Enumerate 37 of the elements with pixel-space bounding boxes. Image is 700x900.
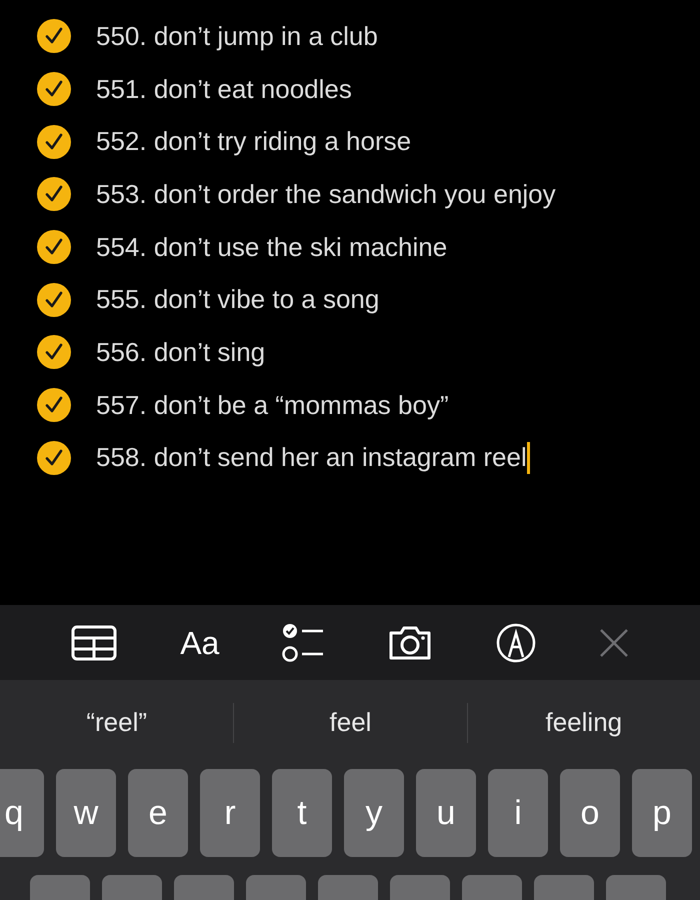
keyboard-key[interactable]: o — [560, 769, 620, 857]
keyboard-key[interactable]: r — [200, 769, 260, 857]
checkbox-icon[interactable] — [36, 71, 72, 108]
camera-icon[interactable] — [386, 624, 433, 660]
keyboard-key[interactable]: y — [344, 769, 404, 857]
pen-icon[interactable] — [496, 622, 536, 662]
checklist-item-text: 550. don’t jump in a club — [96, 20, 378, 53]
checkbox-icon[interactable] — [36, 440, 72, 476]
table-icon[interactable] — [71, 624, 118, 660]
suggestion[interactable]: “reel” — [86, 703, 147, 742]
keyboard-key[interactable]: e — [128, 769, 188, 857]
checklist-icon[interactable] — [282, 622, 324, 662]
keyboard-key[interactable]: i — [488, 769, 548, 857]
checkbox-icon[interactable] — [36, 229, 72, 266]
checkbox-icon[interactable] — [36, 334, 72, 370]
suggestion[interactable]: feel — [330, 703, 372, 742]
keyboard-key[interactable]: t — [272, 769, 332, 857]
close-icon[interactable] — [598, 628, 629, 658]
checklist-item-text: 553. don’t order the sandwich you enjoy — [96, 178, 556, 211]
checklist-item-text: 558. don’t send her an instagram reel — [96, 441, 527, 474]
checklist-item-text: 554. don’t use the ski machine — [96, 230, 448, 264]
checkbox-icon[interactable] — [36, 282, 72, 318]
checklist-item-text: 552. don’t try riding a horse — [96, 125, 412, 158]
keyboard-key[interactable]: u — [416, 769, 476, 857]
checkbox-icon[interactable] — [36, 124, 72, 160]
keyboard-key[interactable]: q — [0, 769, 44, 857]
suggestion[interactable]: feeling — [546, 703, 622, 742]
checkbox-icon[interactable] — [36, 18, 72, 54]
text-format-button[interactable]: Aa — [180, 618, 220, 666]
checklist-item-text: 551. don’t eat noodles — [96, 72, 352, 106]
checklist-item-text: 557. don’t be a “mommas boy” — [96, 388, 449, 422]
checkbox-icon[interactable] — [36, 176, 72, 212]
keyboard-key[interactable]: p — [632, 769, 692, 857]
keyboard-key[interactable]: w — [56, 769, 116, 857]
checklist-item-text: 556. don’t sing — [96, 336, 266, 369]
checklist-item-text: 555. don’t vibe to a song — [96, 283, 380, 316]
checkbox-icon[interactable] — [36, 387, 72, 424]
